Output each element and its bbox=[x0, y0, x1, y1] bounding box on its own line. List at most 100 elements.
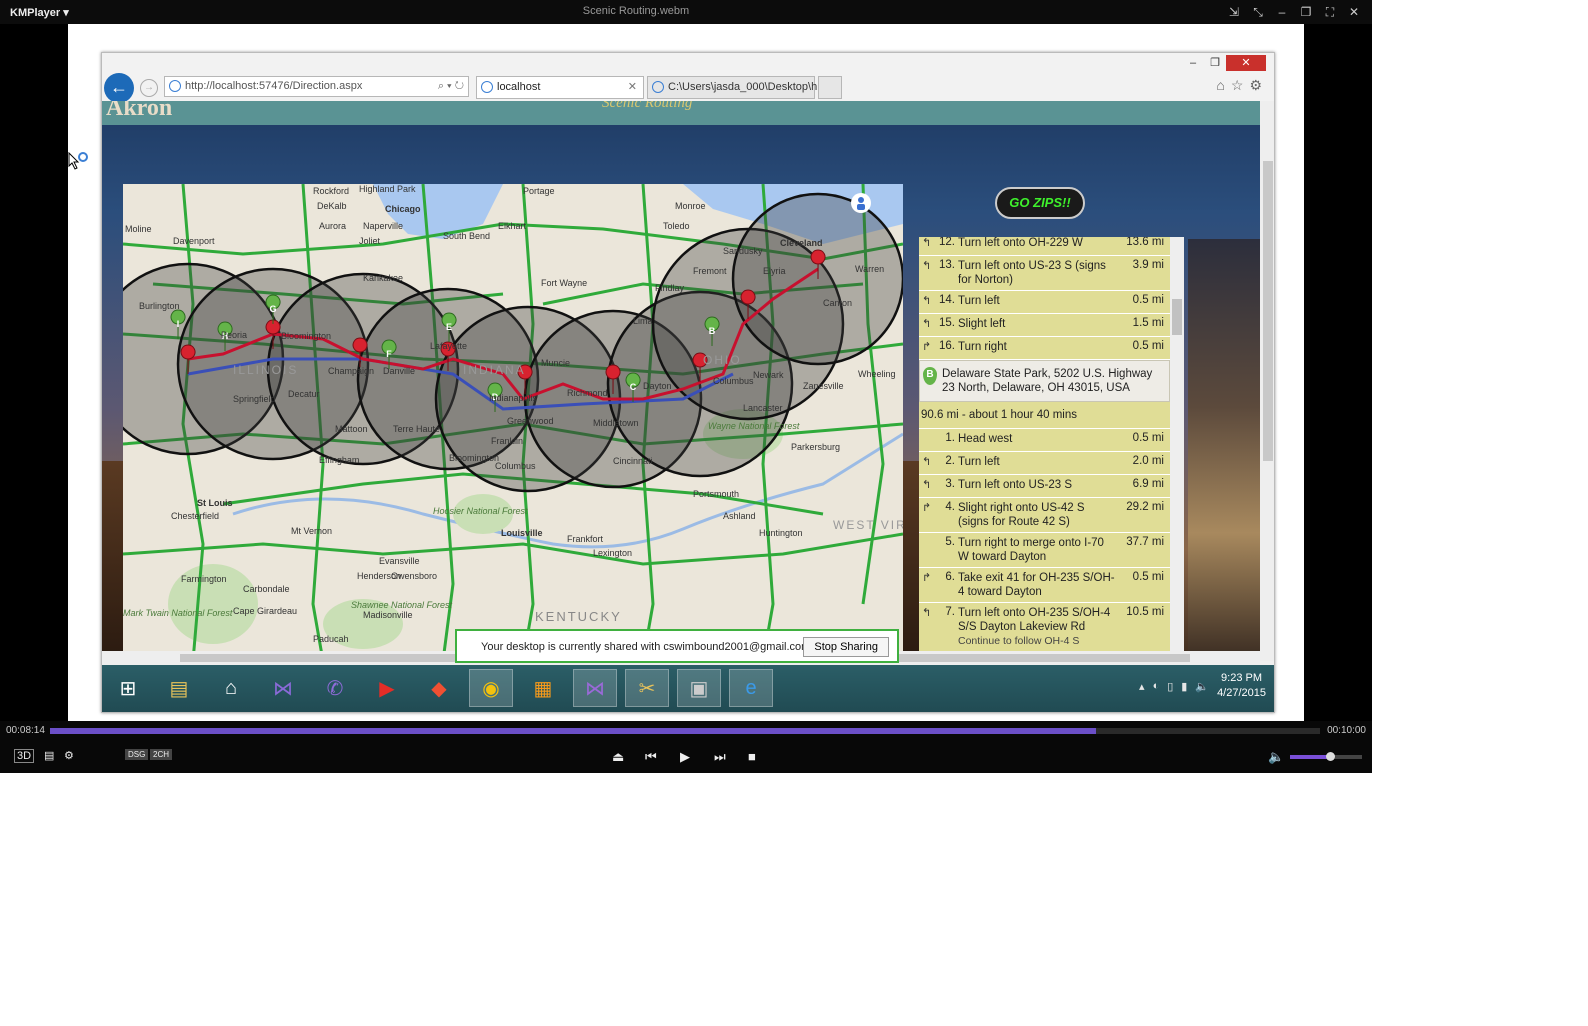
restore-button[interactable]: ❐ bbox=[1296, 3, 1316, 21]
svg-text:Elyria: Elyria bbox=[763, 266, 786, 276]
clock-time: 9:23 PM bbox=[1221, 672, 1263, 684]
pin-icon[interactable]: ⇲ bbox=[1224, 3, 1244, 21]
favorites-star-icon[interactable]: ☆ bbox=[1231, 77, 1244, 94]
direction-step[interactable]: ↰ 2. Turn left 2.0 mi bbox=[919, 452, 1170, 475]
direction-step[interactable]: 5. Turn right to merge onto I-70 W towar… bbox=[919, 533, 1170, 568]
chrome-icon[interactable]: ◉ bbox=[469, 669, 513, 707]
remote-desktop-icon[interactable]: ▣ bbox=[677, 669, 721, 707]
playlist-icon[interactable]: ▤ bbox=[44, 749, 54, 762]
scroll-thumb[interactable] bbox=[1263, 161, 1273, 461]
youtube-icon[interactable]: ▶ bbox=[365, 669, 409, 707]
close-tab-icon[interactable]: ✕ bbox=[628, 77, 637, 98]
tray-app-icon[interactable]: ◐ bbox=[1153, 680, 1160, 692]
volume-knob[interactable] bbox=[1325, 752, 1335, 761]
visual-studio-icon[interactable]: ⋈ bbox=[573, 669, 617, 707]
step-number: 5. bbox=[945, 536, 955, 548]
direction-step[interactable]: ↰ 15. Slight left 1.5 mi bbox=[919, 314, 1170, 337]
settings-gear-icon[interactable]: ⚙ bbox=[1249, 77, 1262, 94]
direction-step[interactable]: ↱ 6. Take exit 41 for OH-235 S/OH-4 towa… bbox=[919, 568, 1170, 603]
back-button[interactable]: ← bbox=[104, 73, 134, 103]
eject-icon[interactable]: ⏏ bbox=[612, 749, 624, 765]
go-zips-button[interactable]: GO ZIPS!! bbox=[995, 187, 1085, 219]
direction-step[interactable]: 1. Head west 0.5 mi bbox=[919, 429, 1170, 452]
svg-text:Farmington: Farmington bbox=[181, 574, 227, 584]
direction-step[interactable]: ↰ 13. Turn left onto US-23 S (signs for … bbox=[919, 256, 1170, 291]
previous-icon[interactable]: ⏮ bbox=[645, 749, 657, 765]
settings-gear-icon[interactable]: ⚙ bbox=[64, 749, 74, 762]
tab-desktop-file[interactable]: C:\Users\jasda_000\Desktop\h... bbox=[647, 76, 826, 99]
address-bar[interactable]: http://localhost:57476/Direction.aspx ⌕ … bbox=[164, 76, 469, 97]
step-text: Slight right onto US-42 S (signs for Rou… bbox=[958, 502, 1085, 528]
3d-toggle-button[interactable]: 3D bbox=[14, 749, 35, 763]
direction-step[interactable]: ↰ 12. Turn left onto OH-229 W 13.6 mi bbox=[919, 237, 1170, 256]
home-icon[interactable]: ⌂ bbox=[1216, 77, 1224, 94]
volume-icon[interactable]: 🔈 bbox=[1268, 749, 1284, 765]
background-photo-right bbox=[1188, 239, 1260, 659]
route-map[interactable]: I H G F E D C B Chicago Aurora Napervill… bbox=[123, 184, 903, 661]
network-icon[interactable]: ▮ bbox=[1181, 680, 1187, 693]
svg-text:Richmond: Richmond bbox=[567, 388, 608, 398]
direction-step[interactable]: ↱ 4. Slight right onto US-42 S (signs fo… bbox=[919, 498, 1170, 533]
step-distance: 0.5 mi bbox=[1132, 294, 1164, 306]
step-text: Turn left onto OH-229 W bbox=[958, 237, 1083, 249]
step-number: 4. bbox=[945, 501, 955, 513]
directions-scrollbar[interactable] bbox=[1170, 237, 1184, 661]
direction-step[interactable]: ↰ 14. Turn left 0.5 mi bbox=[919, 291, 1170, 314]
fullscreen-button[interactable]: ⛶ bbox=[1320, 3, 1340, 21]
stop-sharing-button[interactable]: Stop Sharing bbox=[803, 637, 889, 657]
windows-taskbar: ⊞ ▤ ⌂ ⋈ ✆ ▶ ◆ ◉ ▦ ⋈ ✂ ▣ e ▴ ◐ ▯ ▮ 🔈 9:23… bbox=[102, 665, 1274, 712]
forward-button[interactable]: → bbox=[140, 79, 158, 97]
svg-text:Aurora: Aurora bbox=[319, 221, 346, 231]
new-tab-button[interactable] bbox=[818, 76, 842, 99]
destination-waypoint[interactable]: B Delaware State Park, 5202 U.S. Highway… bbox=[919, 360, 1170, 402]
svg-text:INDIANA: INDIANA bbox=[463, 363, 526, 377]
stop-icon[interactable]: ■ bbox=[748, 749, 756, 764]
ie-minimize-button[interactable]: – bbox=[1182, 55, 1204, 71]
svg-text:Louisville: Louisville bbox=[501, 528, 543, 538]
svg-text:Newark: Newark bbox=[753, 370, 784, 380]
seek-bar[interactable] bbox=[50, 728, 1320, 734]
minimize-button[interactable]: – bbox=[1272, 3, 1292, 21]
next-icon[interactable]: ⏭ bbox=[714, 749, 726, 765]
tools-icon[interactable]: ✂ bbox=[625, 669, 669, 707]
taskbar-clock[interactable]: 9:23 PM 4/27/2015 bbox=[1217, 671, 1266, 701]
scroll-thumb[interactable] bbox=[1172, 299, 1182, 335]
step-distance: 10.5 mi bbox=[1126, 606, 1164, 618]
home-icon[interactable]: ⌂ bbox=[209, 669, 253, 707]
svg-text:Bloomington: Bloomington bbox=[449, 453, 499, 463]
ie-restore-button[interactable]: ❐ bbox=[1204, 55, 1226, 71]
git-icon[interactable]: ◆ bbox=[417, 669, 461, 707]
ie-close-button[interactable]: ✕ bbox=[1226, 55, 1266, 71]
page-vertical-scrollbar[interactable] bbox=[1260, 101, 1274, 661]
direction-step[interactable]: ↰ 7. Turn left onto OH-235 S/OH-4 S/S Da… bbox=[919, 603, 1170, 652]
svg-text:ILLINOIS: ILLINOIS bbox=[233, 363, 298, 377]
search-refresh-icons[interactable]: ⌕ ▾ ↻ bbox=[438, 77, 464, 96]
svg-text:Carbondale: Carbondale bbox=[243, 584, 290, 594]
volume-slider[interactable] bbox=[1290, 752, 1362, 761]
direction-step[interactable]: ↰ 3. Turn left onto US-23 S 6.9 mi bbox=[919, 475, 1170, 498]
battery-icon[interactable]: ▯ bbox=[1167, 680, 1173, 693]
tab-localhost[interactable]: localhost ✕ bbox=[476, 76, 644, 99]
internet-explorer-icon[interactable]: e bbox=[729, 669, 773, 707]
ie-page-icon bbox=[169, 80, 181, 92]
close-button[interactable]: ✕ bbox=[1344, 3, 1364, 21]
svg-text:Frankfort: Frankfort bbox=[567, 534, 604, 544]
play-icon[interactable]: ▶ bbox=[680, 749, 690, 765]
direction-step[interactable]: ↱ 16. Turn right 0.5 mi bbox=[919, 337, 1170, 360]
compact-icon[interactable]: ⤡ bbox=[1248, 3, 1268, 21]
marker-i: I bbox=[177, 319, 180, 329]
svg-text:Elkhart: Elkhart bbox=[498, 221, 527, 231]
visual-studio-purple-icon[interactable]: ⋈ bbox=[261, 669, 305, 707]
svg-text:Lafayette: Lafayette bbox=[430, 341, 467, 351]
svg-text:Naperville: Naperville bbox=[363, 221, 403, 231]
directions-panel[interactable]: ↰ 12. Turn left onto OH-229 W 13.6 mi ↰ … bbox=[919, 237, 1184, 661]
tray-expand-icon[interactable]: ▴ bbox=[1139, 680, 1145, 693]
windows-start-icon[interactable]: ⊞ bbox=[106, 669, 150, 707]
file-explorer-icon[interactable]: ▤ bbox=[157, 669, 201, 707]
apps-grid-icon[interactable]: ▦ bbox=[521, 669, 565, 707]
svg-text:Bloomington: Bloomington bbox=[281, 331, 331, 341]
svg-text:Cincinnati: Cincinnati bbox=[613, 456, 653, 466]
map-svg[interactable]: I H G F E D C B Chicago Aurora Napervill… bbox=[123, 184, 903, 661]
viber-icon[interactable]: ✆ bbox=[313, 669, 357, 707]
volume-icon[interactable]: 🔈 bbox=[1195, 680, 1209, 693]
